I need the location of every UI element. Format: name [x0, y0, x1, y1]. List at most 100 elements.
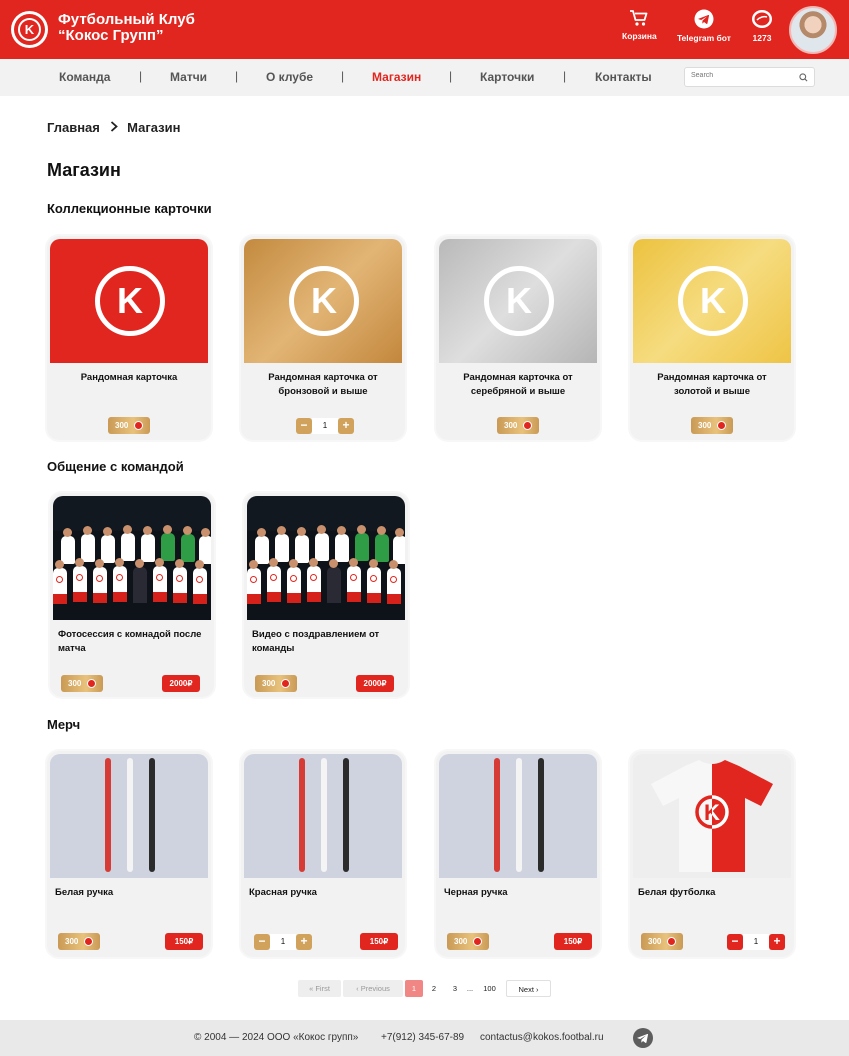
- pagination-previous[interactable]: ‹ Previous: [343, 980, 403, 997]
- search-input[interactable]: [691, 72, 791, 79]
- club-emblem-icon: K: [484, 266, 554, 336]
- phone-link[interactable]: +7(912) 345-67-89: [381, 1032, 464, 1043]
- email-link[interactable]: contactus@kokos.footbal.ru: [480, 1032, 604, 1043]
- chevron-right-icon: [110, 120, 118, 135]
- coin-icon: [473, 937, 482, 946]
- footer: © 2004 — 2024 ООО «Кокос групп» +7(912) …: [0, 1020, 849, 1056]
- quantity-value[interactable]: 1: [270, 934, 296, 950]
- nav-item-matches[interactable]: Матчи: [170, 70, 207, 84]
- quantity-stepper[interactable]: − 1 +: [727, 934, 785, 950]
- team-photo: [53, 496, 211, 620]
- card-image: K: [50, 239, 208, 363]
- coin-price-button[interactable]: 300: [255, 675, 297, 692]
- search-box[interactable]: [684, 67, 815, 87]
- coin-icon: [134, 421, 143, 430]
- money-price-button[interactable]: 150₽: [165, 933, 203, 950]
- chevron-right-icon: ›: [536, 985, 539, 994]
- cart-icon: [630, 10, 648, 26]
- product-name: Черная ручка: [444, 887, 508, 898]
- coin-icon: [87, 679, 96, 688]
- decrement-button[interactable]: −: [296, 418, 312, 434]
- pens-image: [244, 754, 402, 878]
- nav-separator: |: [341, 69, 345, 83]
- team-photo: [247, 496, 405, 620]
- club-title: Футбольный Клуб “Кокос Групп”: [58, 11, 195, 44]
- search-icon[interactable]: [799, 73, 808, 82]
- coin-price-button[interactable]: 300: [497, 417, 539, 434]
- money-price-button[interactable]: 2000₽: [356, 675, 394, 692]
- card-image: K: [633, 239, 791, 363]
- nav-separator: |: [449, 69, 453, 83]
- coin-price-button[interactable]: 300: [61, 675, 103, 692]
- coin-icon: [717, 421, 726, 430]
- double-chevron-left-icon: «: [309, 984, 314, 993]
- cart-button[interactable]: Корзина: [622, 9, 657, 41]
- coin-price-button[interactable]: 300: [691, 417, 733, 434]
- coin-price-button[interactable]: 300: [58, 933, 100, 950]
- decrement-button[interactable]: −: [254, 934, 270, 950]
- pens-image: [439, 754, 597, 878]
- product-card[interactable]: K Рандомная карточка от золотой и выше 3…: [630, 236, 794, 440]
- card-image: K: [244, 239, 402, 363]
- product-name: Белая футболка: [638, 887, 716, 898]
- product-name: Видео с поздравлением от команды: [252, 629, 380, 654]
- nav-item-about[interactable]: О клубе: [266, 70, 313, 84]
- nav-item-cards[interactable]: Карточки: [480, 70, 534, 84]
- product-card[interactable]: Черная ручка 300 150₽: [436, 751, 600, 957]
- money-price-button[interactable]: 150₽: [360, 933, 398, 950]
- product-name: Фотосессия с комнадой после матча: [58, 629, 202, 654]
- money-price-button[interactable]: 150₽: [554, 933, 592, 950]
- pagination-page[interactable]: 100: [479, 980, 500, 997]
- product-card[interactable]: Белая ручка 300 150₽: [47, 751, 211, 957]
- telegram-bot-button[interactable]: Telegram бот: [677, 9, 731, 43]
- quantity-stepper[interactable]: − 1 +: [296, 418, 354, 434]
- product-card[interactable]: Красная ручка − 1 + 150₽: [241, 751, 405, 957]
- chevron-left-icon: ‹: [356, 984, 359, 993]
- pagination-page[interactable]: 1: [405, 980, 423, 997]
- increment-button[interactable]: +: [769, 934, 785, 950]
- section-title-cards: Коллекционные карточки: [47, 201, 212, 216]
- product-name: Рандомная карточка: [80, 372, 178, 383]
- coins-count: 1273: [752, 33, 772, 43]
- product-name: Рандомная карточка от серебряной и выше: [463, 372, 573, 397]
- quantity-stepper[interactable]: − 1 +: [254, 934, 312, 950]
- club-emblem-icon: K: [678, 266, 748, 336]
- product-card[interactable]: K Рандомная карточка от серебряной и выш…: [436, 236, 600, 440]
- club-emblem-icon: K: [95, 266, 165, 336]
- product-card[interactable]: K Рандомная карточка от бронзовой и выше…: [241, 236, 405, 440]
- nav-separator: |: [139, 69, 143, 83]
- pagination-page[interactable]: 3: [448, 980, 462, 997]
- coin-icon: [84, 937, 93, 946]
- coin-price-button[interactable]: 300: [447, 933, 489, 950]
- coin-price-button[interactable]: 300: [108, 417, 150, 434]
- pagination-page[interactable]: 2: [427, 980, 441, 997]
- product-card[interactable]: Фотосессия с комнадой после матча 300 20…: [50, 493, 214, 697]
- coins-balance[interactable]: 1273: [751, 9, 773, 43]
- coin-price-button[interactable]: 300: [641, 933, 683, 950]
- nav-item-shop[interactable]: Магазин: [372, 70, 421, 84]
- nav-separator: |: [235, 69, 239, 83]
- section-title-team: Общение с командой: [47, 459, 184, 474]
- user-avatar[interactable]: [789, 6, 837, 54]
- telegram-label: Telegram бот: [677, 33, 731, 43]
- increment-button[interactable]: +: [296, 934, 312, 950]
- nav-item-contacts[interactable]: Контакты: [595, 70, 652, 84]
- club-logo[interactable]: K: [11, 11, 48, 48]
- footer-telegram-icon[interactable]: [633, 1028, 653, 1048]
- quantity-value[interactable]: 1: [743, 934, 769, 950]
- product-card[interactable]: Видео с поздравлением от команды 300 200…: [244, 493, 408, 697]
- product-name: Рандомная карточка от бронзовой и выше: [268, 372, 378, 397]
- product-card[interactable]: K Рандомная карточка 300: [47, 236, 211, 440]
- pagination-first[interactable]: « First: [298, 980, 341, 997]
- money-price-button[interactable]: 2000₽: [162, 675, 200, 692]
- breadcrumb-home[interactable]: Главная: [47, 120, 100, 135]
- nav-item-team[interactable]: Команда: [59, 70, 110, 84]
- decrement-button[interactable]: −: [727, 934, 743, 950]
- product-name: Красная ручка: [249, 887, 317, 898]
- logo-letter: K: [18, 18, 41, 41]
- breadcrumb: Главная Магазин: [47, 120, 180, 135]
- product-card[interactable]: K K Белая футболка 300 − 1 +: [630, 751, 794, 957]
- increment-button[interactable]: +: [338, 418, 354, 434]
- pagination-next[interactable]: Next ›: [506, 980, 551, 997]
- quantity-value[interactable]: 1: [312, 418, 338, 434]
